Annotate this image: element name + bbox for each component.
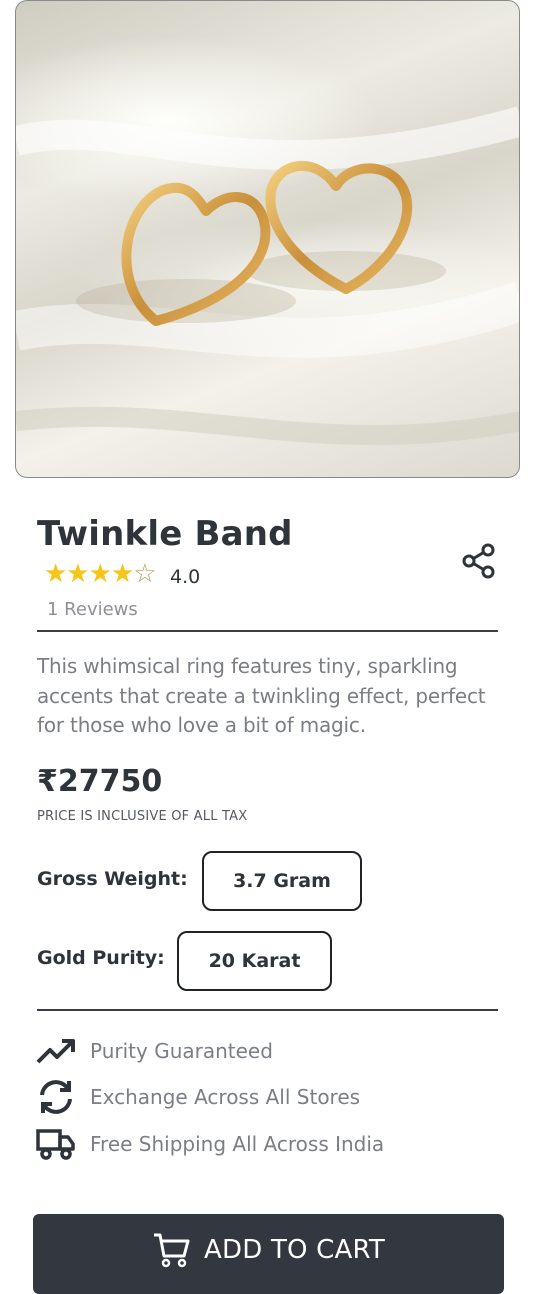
feature-purity: Purity Guaranteed (36, 1034, 273, 1068)
cart-button-content: ADD TO CART (152, 1232, 385, 1268)
empty-star: ☆ (133, 559, 156, 589)
product-image[interactable] (15, 0, 520, 478)
add-to-cart-label: ADD TO CART (204, 1235, 385, 1265)
feature-label: Free Shipping All Across India (90, 1132, 385, 1156)
exchange-icon (36, 1080, 76, 1114)
share-icon (462, 543, 495, 579)
add-to-cart-button[interactable]: ADD TO CART (33, 1214, 504, 1294)
gold-purity-option[interactable]: 20 Karat (177, 931, 332, 991)
filled-stars: ★★★★ (44, 559, 134, 589)
rating-value: 4.0 (170, 566, 201, 588)
divider (37, 1009, 498, 1011)
reviews-count[interactable]: 1 Reviews (47, 599, 138, 620)
rating-stars: ★★★★☆ (44, 559, 157, 589)
gross-weight-option[interactable]: 3.7 Gram (202, 851, 362, 911)
product-description: This whimsical ring features tiny, spark… (37, 654, 486, 737)
cart-icon (154, 1233, 190, 1268)
trending-up-icon (36, 1034, 76, 1068)
divider (37, 630, 498, 632)
gross-weight-label: Gross Weight: (37, 868, 188, 890)
product-title: Twinkle Band (37, 514, 293, 554)
feature-label: Purity Guaranteed (90, 1039, 273, 1063)
price: ₹27750 (37, 764, 163, 799)
feature-label: Exchange Across All Stores (90, 1085, 361, 1109)
gold-purity-label: Gold Purity: (37, 947, 165, 969)
earrings-illustration (16, 106, 519, 446)
tax-note: PRICE IS INCLUSIVE OF ALL TAX (37, 809, 248, 824)
feature-shipping: Free Shipping All Across India (36, 1127, 384, 1161)
share-button[interactable] (461, 543, 497, 579)
feature-exchange: Exchange Across All Stores (36, 1080, 360, 1114)
truck-icon (36, 1127, 76, 1161)
